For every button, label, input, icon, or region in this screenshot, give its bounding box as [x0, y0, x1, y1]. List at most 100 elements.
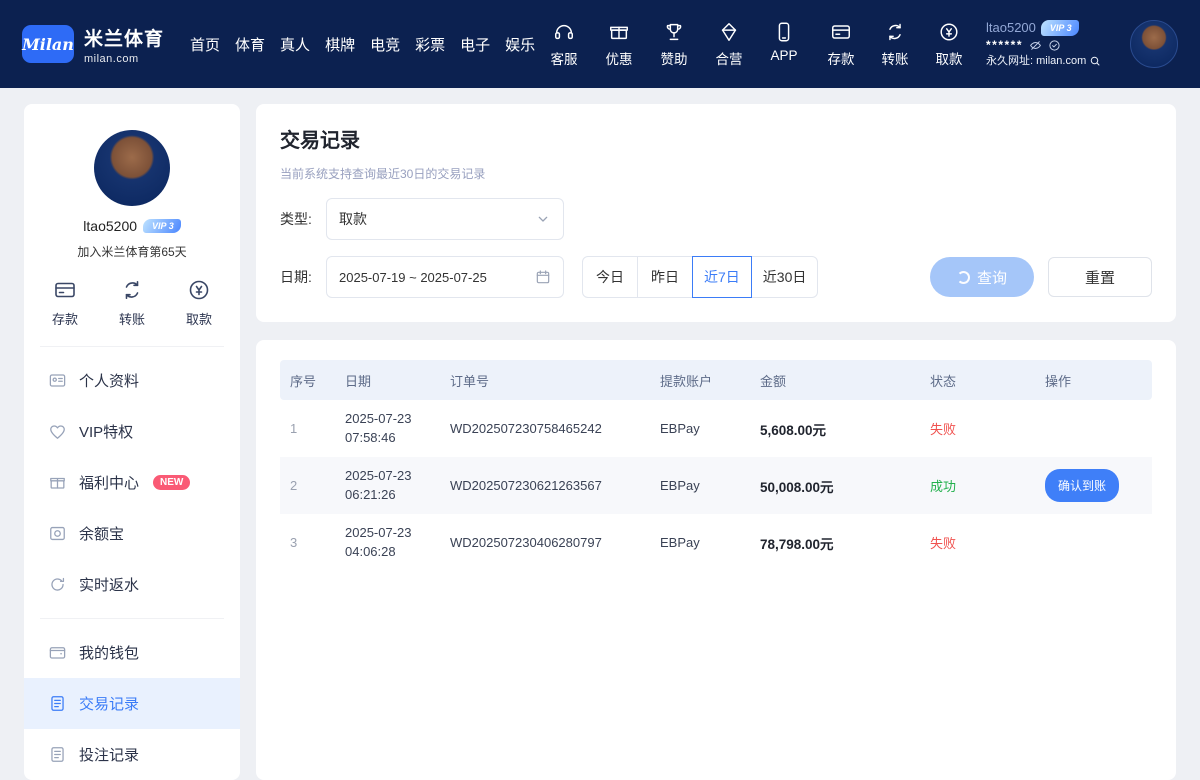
nav-item-esports[interactable]: 电竞: [370, 34, 400, 55]
menu-label: 实时返水: [79, 574, 139, 595]
cell-action: 确认到账: [1035, 457, 1152, 514]
vip-badge: VIP 3: [1041, 20, 1079, 37]
cell-account: EBPay: [650, 400, 750, 457]
refresh-balance-icon[interactable]: [1048, 39, 1061, 52]
chevron-down-icon: [535, 211, 551, 227]
sidebar-item-bets[interactable]: 投注记录: [24, 729, 240, 780]
nav-item-lottery[interactable]: 彩票: [415, 34, 445, 55]
sidebar-item-transactions[interactable]: 交易记录: [24, 678, 240, 729]
deposit-link[interactable]: 存款: [820, 21, 862, 68]
nav-item-sports[interactable]: 体育: [235, 34, 265, 55]
deposit-icon: [53, 278, 77, 302]
sidebar-item-wallet[interactable]: 我的钱包: [24, 627, 240, 678]
transfer-label: 转账: [882, 48, 909, 68]
user-avatar[interactable]: [1130, 20, 1178, 68]
type-label: 类型:: [280, 209, 326, 229]
table-row: 3 2025-07-23 04:06:28 WD2025072304062807…: [280, 514, 1152, 571]
cell-order: WD202507230406280797: [440, 514, 650, 571]
nav-item-home[interactable]: 首页: [190, 34, 220, 55]
quick-action-withdraw[interactable]: 取款: [186, 278, 212, 328]
promo-link[interactable]: 优惠: [598, 21, 640, 68]
range-30days-button[interactable]: 近30日: [751, 256, 819, 298]
vip-heart-icon: [48, 422, 67, 441]
user-info[interactable]: ltao5200 VIP 3 ****** 永久网址: milan.com: [986, 19, 1118, 69]
sponsor-link[interactable]: 赞助: [653, 21, 695, 68]
sidebar-item-profile[interactable]: 个人资料: [24, 355, 240, 406]
gift-icon: [608, 21, 630, 43]
menu-label: 福利中心: [79, 472, 139, 493]
confirm-receipt-button[interactable]: 确认到账: [1045, 469, 1119, 502]
cell-amount: 78,798.00元: [750, 514, 920, 571]
header-right: 客服 优惠 赞助 合营: [543, 19, 1178, 69]
logo[interactable]: Milan 米兰体育 milan.com: [22, 24, 164, 65]
records-table: 序号 日期 订单号 提款账户 金额 状态 操作 1 2025-07-23: [280, 360, 1152, 571]
magnifier-icon[interactable]: [1089, 55, 1101, 67]
filters-card: 交易记录 当前系统支持查询最近30日的交易记录 类型: 取款 日期: 2025-…: [256, 104, 1176, 322]
page-content: ltao5200 VIP 3 加入米兰体育第65天 存款 转账 取: [0, 88, 1200, 780]
eye-off-icon[interactable]: [1029, 39, 1042, 52]
col-date: 日期: [335, 360, 440, 400]
range-7days-button[interactable]: 近7日: [692, 256, 752, 298]
sidebar-quick-actions: 存款 转账 取款: [24, 260, 240, 342]
cell-status: 失败: [920, 400, 1035, 457]
logo-domain: milan.com: [84, 53, 164, 65]
logo-name: 米兰体育: [84, 24, 164, 51]
partner-icon: [718, 21, 740, 43]
cell-action: [1035, 514, 1152, 571]
status-badge: 失败: [930, 422, 956, 437]
sidebar-vip-badge: VIP 3: [143, 219, 181, 233]
type-select[interactable]: 取款: [326, 198, 564, 240]
sidebar-item-yuebao[interactable]: 余额宝: [24, 508, 240, 559]
nav-item-chess[interactable]: 棋牌: [325, 34, 355, 55]
transaction-records-icon: [48, 694, 67, 713]
wallet-icon: [48, 643, 67, 662]
col-order: 订单号: [440, 360, 650, 400]
col-action: 操作: [1035, 360, 1152, 400]
nav-item-live[interactable]: 真人: [280, 34, 310, 55]
date-label: 日期:: [280, 267, 326, 287]
cell-date: 2025-07-23 07:58:46: [335, 400, 440, 457]
main-area: 交易记录 当前系统支持查询最近30日的交易记录 类型: 取款 日期: 2025-…: [256, 104, 1176, 780]
date-range-input[interactable]: 2025-07-19 ~ 2025-07-25: [326, 256, 564, 298]
main-nav: 首页 体育 真人 棋牌 电竞 彩票 电子 娱乐: [190, 34, 535, 55]
top-header: Milan 米兰体育 milan.com 首页 体育 真人 棋牌 电竞 彩票 电…: [0, 0, 1200, 88]
time-value: 06:21:26: [345, 486, 430, 505]
nav-item-slots[interactable]: 电子: [460, 34, 490, 55]
cell-status: 失败: [920, 514, 1035, 571]
reset-button[interactable]: 重置: [1048, 257, 1152, 297]
query-label: 查询: [977, 267, 1007, 288]
sponsor-icon: [663, 21, 685, 43]
status-badge: 成功: [930, 479, 956, 494]
sponsor-label: 赞助: [661, 48, 688, 68]
sidebar-item-vip[interactable]: VIP特权: [24, 406, 240, 457]
sidebar-item-welfare[interactable]: 福利中心 NEW: [24, 457, 240, 508]
quick-action-transfer[interactable]: 转账: [119, 278, 145, 328]
query-button[interactable]: 查询: [930, 257, 1034, 297]
table-row: 1 2025-07-23 07:58:46 WD2025072307584652…: [280, 400, 1152, 457]
sidebar-item-rebate[interactable]: 实时返水: [24, 559, 240, 610]
type-select-value: 取款: [339, 209, 367, 229]
sidebar-avatar[interactable]: [94, 130, 170, 206]
range-today-button[interactable]: 今日: [582, 256, 638, 298]
time-value: 07:58:46: [345, 429, 430, 448]
cell-account: EBPay: [650, 514, 750, 571]
records-table-card: 序号 日期 订单号 提款账户 金额 状态 操作 1 2025-07-23: [256, 340, 1176, 780]
table-row: 2 2025-07-23 06:21:26 WD2025072306212635…: [280, 457, 1152, 514]
quick-action-deposit[interactable]: 存款: [52, 278, 78, 328]
cell-date: 2025-07-23 06:21:26: [335, 457, 440, 514]
rebate-icon: [48, 575, 67, 594]
divider: [40, 346, 224, 347]
cell-amount: 50,008.00元: [750, 457, 920, 514]
partner-link[interactable]: 合营: [708, 21, 750, 68]
nav-item-entertainment[interactable]: 娱乐: [505, 34, 535, 55]
app-link[interactable]: APP: [763, 21, 805, 68]
menu-label: 余额宝: [79, 523, 124, 544]
menu-label: VIP特权: [79, 421, 133, 442]
masked-balance: ******: [986, 37, 1023, 54]
deposit-icon: [830, 21, 852, 43]
service-link[interactable]: 客服: [543, 21, 585, 68]
partner-label: 合营: [716, 48, 743, 68]
transfer-link[interactable]: 转账: [874, 21, 916, 68]
range-yesterday-button[interactable]: 昨日: [637, 256, 693, 298]
withdraw-link[interactable]: 取款: [928, 21, 970, 68]
